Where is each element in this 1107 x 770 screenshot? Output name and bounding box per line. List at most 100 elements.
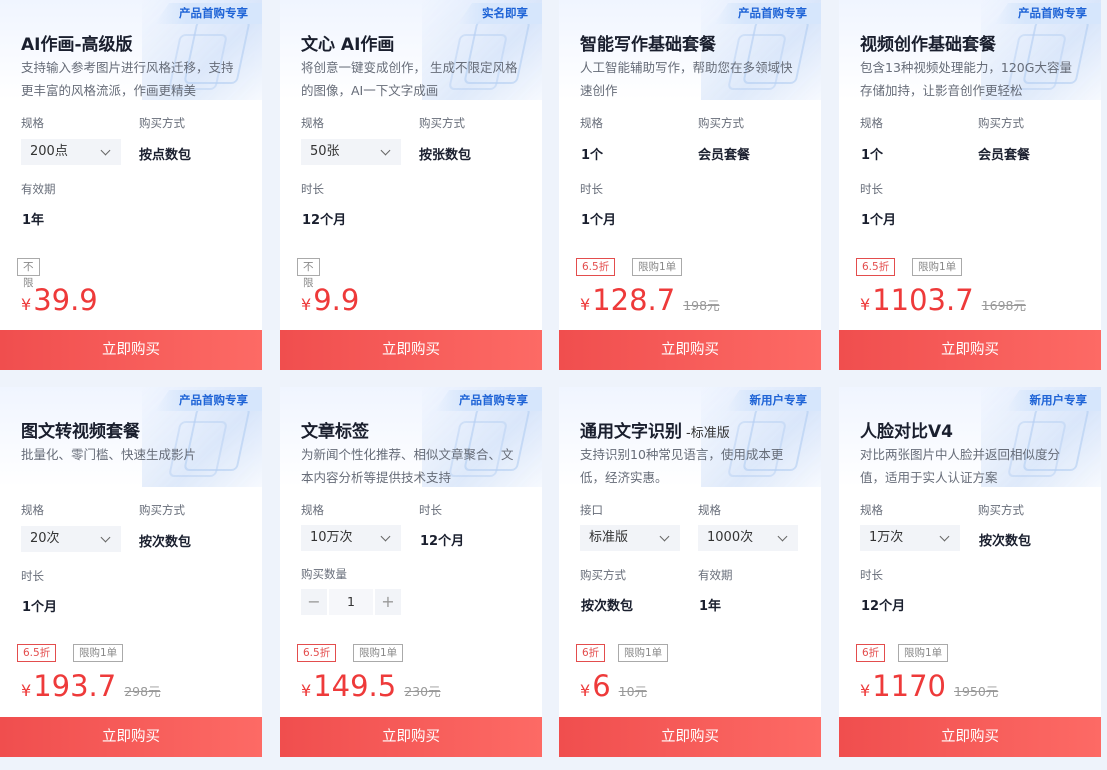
promo-tag: 新用户专享 <box>1005 390 1101 411</box>
interface-select[interactable]: 标准版 <box>580 525 680 551</box>
limit-badge: 限购1单 <box>912 258 963 276</box>
purchase-method-value: 按次数包 <box>139 535 192 550</box>
product-title: 文心 AI作画 <box>301 35 395 55</box>
price-row: ¥1170 1950元 <box>860 669 998 703</box>
product-card-article-tags: 产品首购专享 文章标签 为新闻个性化推荐、相似文章聚合、文本内容分析等提供技术支… <box>280 387 542 757</box>
duration-value: 12个月 <box>861 599 906 614</box>
purchase-method-value: 会员套餐 <box>698 148 751 163</box>
buy-now-button[interactable]: 立即购买 <box>280 330 542 370</box>
promo-tag: 产品首购专享 <box>155 390 262 411</box>
buy-now-button[interactable]: 立即购买 <box>559 717 821 757</box>
validity-value: 1年 <box>699 599 722 614</box>
discount-badge: 6.5折 <box>576 258 616 276</box>
buy-now-button[interactable]: 立即购买 <box>839 717 1101 757</box>
limit-badge: 限购1单 <box>898 644 949 662</box>
spec-label: 规格 <box>698 503 721 517</box>
product-description: 人工智能辅助写作，帮助您在多领域快速创作 <box>580 60 793 98</box>
chevron-down-icon <box>939 531 950 542</box>
price-value: 39.9 <box>33 283 98 317</box>
product-description: 支持识别10种常见语言，使用成本更低，经济实惠。 <box>580 447 784 485</box>
buy-now-button[interactable]: 立即购买 <box>280 717 542 757</box>
purchase-method-label: 购买方式 <box>978 116 1024 130</box>
price-value: 1103.7 <box>872 283 974 317</box>
badge-row: 6折 限购1单 <box>856 644 1056 662</box>
buy-now-button[interactable]: 立即购买 <box>559 330 821 370</box>
validity-label: 有效期 <box>698 568 733 582</box>
quantity-input[interactable]: 1 <box>329 589 373 615</box>
discount-badge: 6.5折 <box>856 258 896 276</box>
original-price: 198元 <box>683 298 720 313</box>
product-title: 视频创作基础套餐 <box>860 35 996 55</box>
unlimited-badge: 不限 <box>17 258 40 289</box>
duration-label: 时长 <box>860 182 883 196</box>
product-card-general-ocr: 新用户专享 通用文字识别 -标准版 支持识别10种常见语言，使用成本更低，经济实惠… <box>559 387 821 757</box>
spec-label: 规格 <box>580 116 603 130</box>
buy-now-button[interactable]: 立即购买 <box>0 717 262 757</box>
original-price: 1698元 <box>981 298 1026 313</box>
spec-select[interactable]: 10万次 <box>301 525 401 551</box>
duration-label: 时长 <box>301 182 324 196</box>
product-card-image-to-video: 产品首购专享 图文转视频套餐 批量化、零门槛、快速生成影片 规格 20次 购买方… <box>0 387 262 757</box>
spec-select[interactable]: 20次 <box>21 526 121 552</box>
price-value: 9.9 <box>313 283 360 317</box>
product-description: 对比两张图片中人脸并返回相似度分值，适用于实人认证方案 <box>860 447 1061 485</box>
chevron-down-icon <box>777 531 788 542</box>
spec-label: 规格 <box>21 116 44 130</box>
limit-badge: 限购1单 <box>632 258 683 276</box>
duration-value: 12个月 <box>420 534 465 549</box>
price-value: 193.7 <box>33 669 117 703</box>
spec-select[interactable]: 1万次 <box>860 525 960 551</box>
product-description: 为新闻个性化推荐、相似文章聚合、文本内容分析等提供技术支持 <box>301 447 514 485</box>
spec-select-value: 20次 <box>30 531 60 546</box>
currency-symbol: ¥ <box>580 681 591 700</box>
quantity-stepper: − 1 + <box>301 589 401 615</box>
purchase-method-label: 购买方式 <box>580 568 626 582</box>
spec-label: 规格 <box>301 503 324 517</box>
duration-label: 时长 <box>580 182 603 196</box>
spec-select-value: 1万次 <box>869 530 904 545</box>
spec-label: 规格 <box>860 116 883 130</box>
spec-label: 规格 <box>301 116 324 130</box>
purchase-method-value: 按点数包 <box>139 148 192 163</box>
spec-select[interactable]: 200点 <box>21 139 121 165</box>
price-value: 6 <box>592 669 611 703</box>
spec-select[interactable]: 50张 <box>301 139 401 165</box>
product-description: 支持输入参考图片进行风格迁移，支持更丰富的风格流派，作画更精美 <box>21 60 234 98</box>
product-title-main: 通用文字识别 <box>580 422 682 442</box>
product-card-wenxin-ai-painting: 实名即享 文心 AI作画 将创意一键变成创作， 生成不限定风格的图像，AI一下文… <box>280 0 542 370</box>
chevron-down-icon <box>380 145 391 156</box>
promo-tag: 产品首购专享 <box>435 390 542 411</box>
price-row: ¥39.9 <box>21 283 98 317</box>
decrement-button[interactable]: − <box>301 589 327 615</box>
validity-value: 1年 <box>22 213 45 228</box>
currency-symbol: ¥ <box>580 295 591 314</box>
limit-badge: 限购1单 <box>73 644 124 662</box>
price-row: ¥193.7 298元 <box>21 669 161 703</box>
price-row: ¥128.7 198元 <box>580 283 720 317</box>
purchase-method-label: 购买方式 <box>419 116 465 130</box>
discount-badge: 6折 <box>856 644 886 662</box>
promo-tag: 产品首购专享 <box>155 3 262 24</box>
product-title-edition: -标准版 <box>686 426 730 441</box>
unlimited-badge: 不限 <box>297 258 320 289</box>
purchase-method-value: 会员套餐 <box>978 148 1031 163</box>
buy-now-button[interactable]: 立即购买 <box>839 330 1101 370</box>
duration-label: 时长 <box>860 568 883 582</box>
increment-button[interactable]: + <box>375 589 401 615</box>
badge-row: 6.5折 限购1单 <box>576 258 776 276</box>
product-card-ai-painting-pro: 产品首购专享 AI作画-高级版 支持输入参考图片进行风格迁移，支持更丰富的风格流… <box>0 0 262 370</box>
validity-label: 有效期 <box>21 182 56 196</box>
purchase-method-label: 购买方式 <box>139 116 185 130</box>
spec-label: 规格 <box>21 503 44 517</box>
promo-tag: 产品首购专享 <box>994 3 1101 24</box>
spec-select[interactable]: 1000次 <box>698 525 798 551</box>
price-row: ¥149.5 230元 <box>301 669 441 703</box>
limit-badge: 限购1单 <box>618 644 669 662</box>
badge-row: 6.5折 限购1单 <box>17 644 217 662</box>
chevron-down-icon <box>380 531 391 542</box>
duration-value: 1个月 <box>22 600 58 615</box>
spec-value: 1个 <box>581 148 604 163</box>
product-description: 包含13种视频处理能力，120G大容量存储加持，让影音创作更轻松 <box>860 60 1072 98</box>
duration-value: 12个月 <box>302 213 347 228</box>
buy-now-button[interactable]: 立即购买 <box>0 330 262 370</box>
